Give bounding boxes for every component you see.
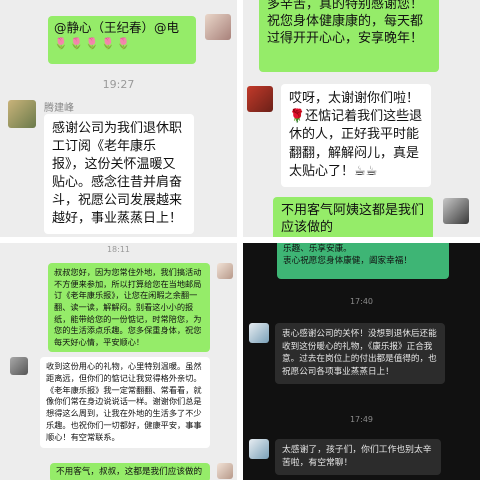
received-message-bubble[interactable]: 收到这份用心的礼物，心里特别温暖。虽然距离远，但你们的惦记让我觉得格外亲切。《老… <box>40 357 210 448</box>
sender-name: 腾建峰 <box>44 103 74 114</box>
message-text: 感谢公司为我们退休职工订阅《老年康乐报》，这份关怀温暖又贴心。感念往昔并肩奋斗，… <box>52 121 183 226</box>
message-text: 衷心感谢公司的关怀！没想到退休后还能收到这份暖心的礼物，《康乐报》正合我意。过去… <box>282 329 437 378</box>
self-avatar[interactable] <box>443 198 469 224</box>
chat-panel-top-left: @静心（王纪春）@电 🌷🌷🌷🌷🌷 19:27 腾建峰 感谢公司为我们退休职工订阅… <box>0 0 237 237</box>
timestamp: 17:49 <box>349 415 374 424</box>
received-message-bubble[interactable]: 哎呀，太谢谢你们啦！🌹还惦记着我们这些退休的人，正好我平时能翻翻，解解闷儿，真是… <box>281 84 431 187</box>
self-avatar[interactable] <box>205 14 231 40</box>
received-message-bubble[interactable]: 衷心感谢公司的关怀！没想到退休后还能收到这份暖心的礼物，《康乐报》正合我意。过去… <box>275 323 445 384</box>
received-message-bubble[interactable]: 感谢公司为我们退休职工订阅《老年康乐报》，这份关怀温暖又贴心。感念往昔并肩奋斗，… <box>44 114 194 234</box>
message-text: 多辛苦，真的特别感谢您！祝您身体健康康的，每天都过得开开心心，安享晚年！ <box>267 0 424 47</box>
self-avatar[interactable] <box>217 463 233 479</box>
sent-message-bubble[interactable]: 不用客气，叔叔，这都是我们应该做的 <box>50 463 210 480</box>
flower-emojis: 🌷🌷🌷🌷🌷 <box>54 36 133 50</box>
timestamp: 17:40 <box>349 297 374 306</box>
sent-message-bubble-partial[interactable]: 乐趣、乐享安康。 衷心祝愿您身体康健，阖家幸福！ <box>277 243 449 279</box>
sender-avatar[interactable] <box>8 100 36 128</box>
chat-panel-bottom-left: 18:11 叔叔您好，因为您常住外地，我们搞活动不方便来参加，所以打算给您在当地… <box>0 243 237 480</box>
sender-avatar[interactable] <box>249 439 269 459</box>
message-text: 收到这份用心的礼物，心里特别温暖。虽然距离远，但你们的惦记让我觉得格外亲切。《老… <box>46 361 202 442</box>
message-text: 不用客气阿姨这都是我们应该做的 <box>281 203 425 236</box>
message-text: 哎呀，太谢谢你们啦！🌹还惦记着我们这些退休的人，正好我平时能翻翻，解解闷儿，真是… <box>289 91 423 179</box>
sender-avatar[interactable] <box>10 357 28 375</box>
timestamp: 18:11 <box>106 245 131 254</box>
message-text: 乐趣、乐享安康。 <box>283 244 352 254</box>
self-avatar[interactable] <box>217 263 233 279</box>
message-text: 不用客气，叔叔，这都是我们应该做的 <box>56 467 203 477</box>
sent-message-bubble[interactable]: 叔叔您好，因为您常住外地，我们搞活动不方便来参加，所以打算给您在当地邮局订《老年… <box>48 263 210 353</box>
mention-message-bubble[interactable]: @静心（王纪春）@电 🌷🌷🌷🌷🌷 <box>48 16 196 64</box>
sent-message-bubble[interactable]: 不用客气阿姨这都是我们应该做的 <box>273 197 433 237</box>
mention-text: @静心（王纪春）@电 <box>54 20 180 35</box>
receiver-avatar[interactable] <box>247 86 273 112</box>
sender-avatar[interactable] <box>249 323 269 343</box>
message-text: 衷心祝愿您身体康健，阖家幸福！ <box>283 256 412 267</box>
chat-panel-top-right: 多辛苦，真的特别感谢您！祝您身体健康康的，每天都过得开开心心，安享晚年！ 哎呀，… <box>243 0 480 237</box>
message-text: 太感谢了，孩子们，你们工作也别太辛苦啦，有空常聊！ <box>282 445 432 469</box>
timestamp: 19:27 <box>102 78 135 91</box>
message-text: 叔叔您好，因为您常住外地，我们搞活动不方便来参加，所以打算给您在当地邮局订《老年… <box>54 267 202 347</box>
received-message-bubble[interactable]: 太感谢了，孩子们，你们工作也别太辛苦啦，有空常聊！ <box>275 439 441 476</box>
chat-panel-bottom-right: 乐趣、乐享安康。 衷心祝愿您身体康健，阖家幸福！ 17:40 衷心感谢公司的关怀… <box>243 243 480 480</box>
sent-message-bubble-partial[interactable]: 多辛苦，真的特别感谢您！祝您身体健康康的，每天都过得开开心心，安享晚年！ <box>259 0 439 72</box>
